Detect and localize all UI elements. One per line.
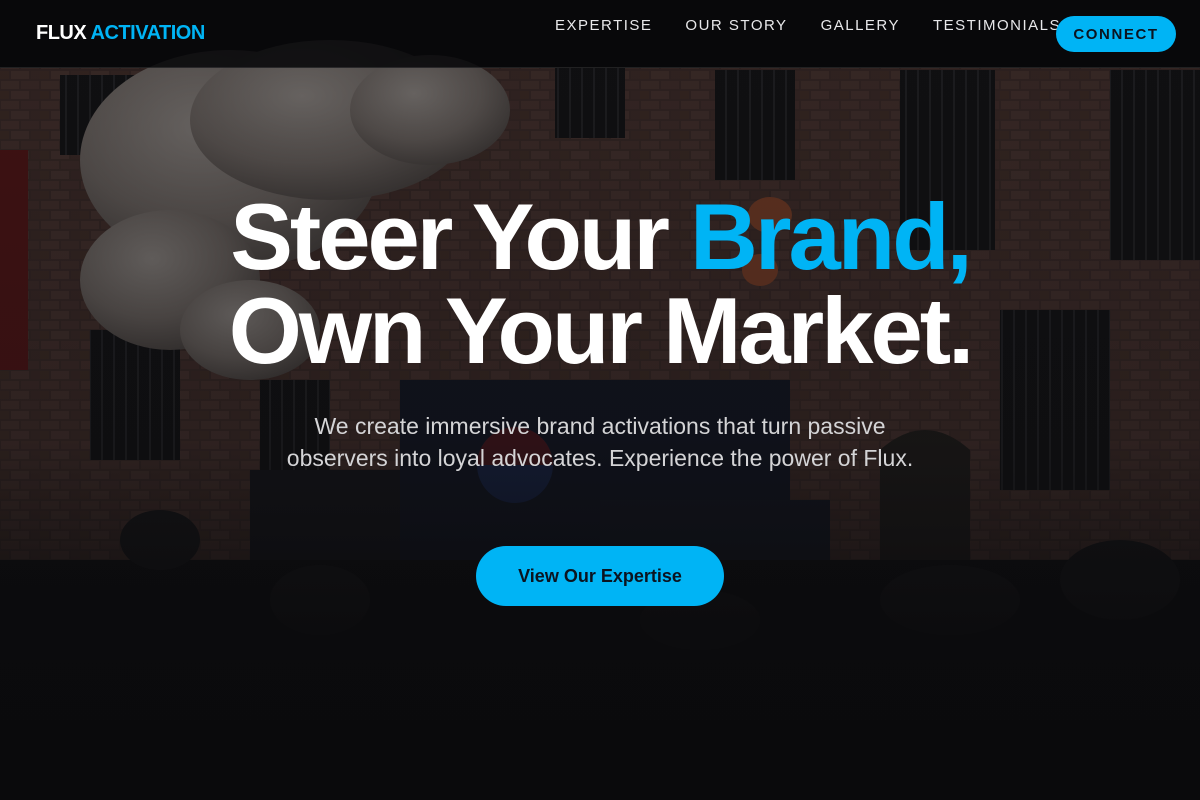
nav-link-gallery[interactable]: GALLERY <box>821 16 900 36</box>
connect-button[interactable]: CONNECT <box>1056 16 1176 52</box>
brand-logo-part2: ACTIVATION <box>90 22 206 44</box>
nav-link-expertise[interactable]: EXPERTISE <box>555 16 652 36</box>
main-nav: EXPERTISE OUR STORY GALLERY TESTIMONIALS <box>555 16 1061 36</box>
brand-logo[interactable]: FLUX ACTIVATION <box>36 22 205 45</box>
headline-line2-text: Own Your Market. <box>228 278 974 383</box>
headline-accent-word: Brand, <box>690 184 973 289</box>
hero-subtitle: We create immersive brand activations th… <box>286 413 914 471</box>
view-expertise-button[interactable]: View Our Expertise <box>476 546 724 606</box>
nav-link-our-story[interactable]: OUR STORY <box>685 16 787 36</box>
nav-link-testimonials[interactable]: TESTIMONIALS <box>933 16 1061 36</box>
hero-headline: Steer Your Brand, Own Your Market. <box>0 190 1200 378</box>
hero-section: Steer Your Brand, Own Your Market. We cr… <box>0 0 1200 800</box>
site-header: FLUX ACTIVATION EXPERTISE OUR STORY GALL… <box>0 0 1200 68</box>
brand-logo-part1: FLUX <box>36 22 87 44</box>
headline-line1-text: Steer Your <box>230 184 691 289</box>
